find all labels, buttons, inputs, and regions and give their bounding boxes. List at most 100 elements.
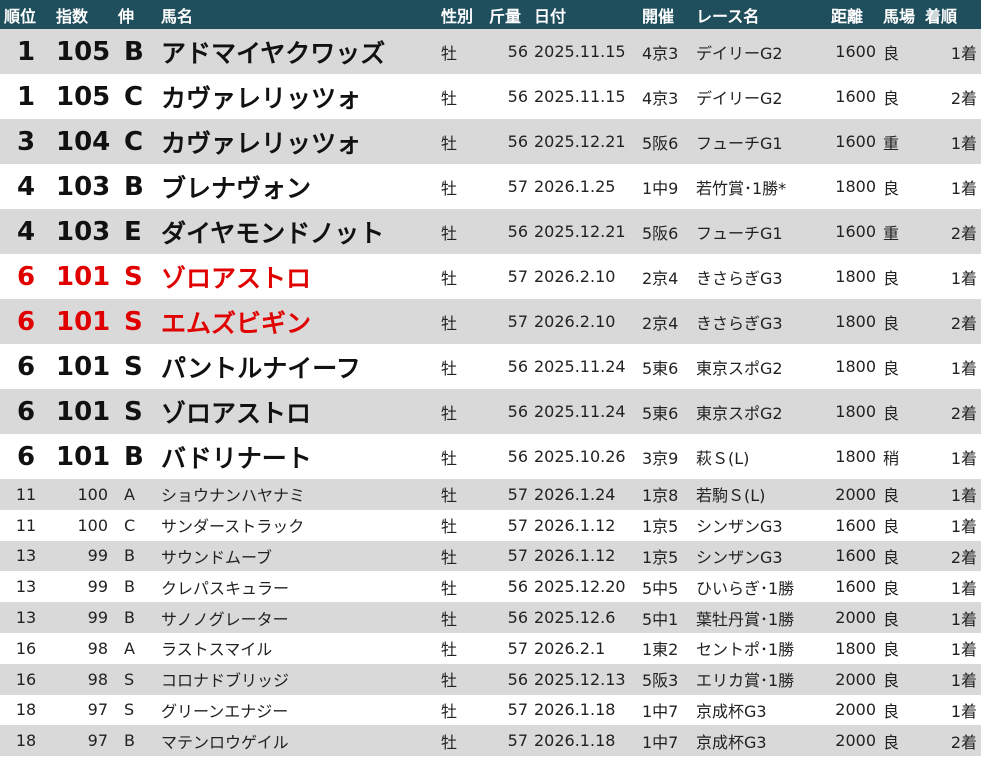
table-row[interactable]: 6 101 S ゾロアストロ牡 56 2025.11.24 5東6 東京スポG2 1800 良 2着 — [0, 389, 981, 434]
cell-date: 2025.11.15 — [530, 29, 638, 74]
col-header-kin[interactable]: 斤量 — [485, 0, 530, 29]
cell-baba: 良 — [879, 29, 921, 74]
cell-name: パントルナイーフ — [157, 344, 437, 389]
cell-sex: 牡 — [437, 299, 485, 344]
cell-kaisai: 1中7 — [638, 725, 692, 757]
table-row[interactable]: 3 104 C カヴァレリッツォ牡 56 2025.12.21 5阪6 フューチG1 1600 重… — [0, 119, 981, 164]
cell-index: 101 — [52, 434, 114, 479]
cell-dist: 2000 — [827, 694, 879, 726]
col-header-kaisai[interactable]: 開催 — [638, 0, 692, 29]
cell-race: セントポ･1勝 — [692, 632, 827, 664]
cell-kaisai: 3京9 — [638, 434, 692, 479]
cell-nobi: S — [114, 389, 157, 434]
cell-date: 2026.2.1 — [530, 632, 638, 664]
cell-race: 若竹賞･1勝* — [692, 164, 827, 209]
cell-kin: 56 — [485, 344, 530, 389]
table-row[interactable]: 6 101 S ゾロアストロ牡 57 2026.2.10 2京4 きさらぎG3 1800 良 1着 — [0, 254, 981, 299]
table-row[interactable]: 11 100 C サンダーストラック牡 57 2026.1.12 1京5 シンザンG3 1600… — [0, 509, 981, 541]
cell-kin: 56 — [485, 571, 530, 603]
cell-name: カヴァレリッツォ — [157, 119, 437, 164]
header-row: 順位 指数 伸 馬名 性別 斤量 日付 開催 レース名 距離 馬場 着順 — [0, 0, 981, 29]
cell-sex: 牡 — [437, 694, 485, 726]
cell-chaku: 1着 — [921, 694, 981, 726]
cell-kaisai: 2京4 — [638, 299, 692, 344]
cell-sex: 牡 — [437, 725, 485, 757]
cell-nobi: S — [114, 694, 157, 726]
col-header-baba[interactable]: 馬場 — [879, 0, 921, 29]
cell-kin: 56 — [485, 74, 530, 119]
cell-kin: 57 — [485, 540, 530, 572]
cell-date: 2025.10.26 — [530, 434, 638, 479]
table-row[interactable]: 13 99 B クレパスキュラー牡 56 2025.12.20 5中5 ひいらぎ･1勝 1600… — [0, 571, 981, 603]
cell-baba: 重 — [879, 209, 921, 254]
col-header-sex[interactable]: 性別 — [437, 0, 485, 29]
cell-nobi: B — [114, 725, 157, 757]
cell-nobi: B — [114, 602, 157, 633]
col-header-date[interactable]: 日付 — [530, 0, 638, 29]
table-row[interactable]: 6 101 S パントルナイーフ牡 56 2025.11.24 5東6 東京スポG2 1800 良… — [0, 344, 981, 389]
cell-race: 萩Ｓ(L) — [692, 434, 827, 479]
cell-dist: 1600 — [827, 540, 879, 572]
table-row[interactable]: 1 105 B アドマイヤクワッズ牡 56 2025.11.15 4京3 デイリーG2 1600… — [0, 29, 981, 74]
cell-baba: 良 — [879, 74, 921, 119]
cell-date: 2025.12.21 — [530, 209, 638, 254]
cell-baba: 良 — [879, 509, 921, 541]
cell-race: きさらぎG3 — [692, 254, 827, 299]
cell-index: 99 — [52, 540, 114, 572]
cell-rank: 1 — [0, 74, 52, 119]
cell-sex: 牡 — [437, 434, 485, 479]
cell-rank: 4 — [0, 164, 52, 209]
cell-index: 101 — [52, 344, 114, 389]
cell-sex: 牡 — [437, 254, 485, 299]
col-header-dist[interactable]: 距離 — [827, 0, 879, 29]
cell-kin: 57 — [485, 694, 530, 726]
cell-nobi: S — [114, 299, 157, 344]
table-row[interactable]: 16 98 S コロナドブリッジ牡 56 2025.12.13 5阪3 エリカ賞･1勝 2000… — [0, 663, 981, 695]
cell-chaku: 2着 — [921, 540, 981, 572]
col-header-index[interactable]: 指数 — [52, 0, 114, 29]
cell-baba: 良 — [879, 571, 921, 603]
cell-race: シンザンG3 — [692, 540, 827, 572]
cell-index: 97 — [52, 725, 114, 757]
cell-kaisai: 4京3 — [638, 74, 692, 119]
cell-nobi: A — [114, 479, 157, 510]
cell-baba: 良 — [879, 540, 921, 572]
cell-kin: 57 — [485, 632, 530, 664]
cell-date: 2026.1.12 — [530, 540, 638, 572]
cell-kin: 57 — [485, 509, 530, 541]
cell-nobi: B — [114, 164, 157, 209]
cell-chaku: 2着 — [921, 725, 981, 757]
cell-race: 東京スポG2 — [692, 389, 827, 434]
cell-sex: 牡 — [437, 389, 485, 434]
table-row[interactable]: 13 99 B サウンドムーブ牡 57 2026.1.12 1京5 シンザンG3 1600 良 2着 — [0, 540, 981, 572]
cell-chaku: 1着 — [921, 29, 981, 74]
cell-kin: 57 — [485, 299, 530, 344]
cell-name: カヴァレリッツォ — [157, 74, 437, 119]
col-header-nobi[interactable]: 伸 — [114, 0, 157, 29]
cell-index: 100 — [52, 509, 114, 541]
table-row[interactable]: 1 105 C カヴァレリッツォ牡 56 2025.11.15 4京3 デイリーG2 1600 良… — [0, 74, 981, 119]
table-row[interactable]: 18 97 B マテンロウゲイル牡 57 2026.1.18 1中7 京成杯G3 2000 良 2着 — [0, 725, 981, 757]
cell-name: バドリナート — [157, 434, 437, 479]
col-header-chaku[interactable]: 着順 — [921, 0, 981, 29]
table-row[interactable]: 16 98 A ラストスマイル牡 57 2026.2.1 1東2 セントポ･1勝 1800 良 1着 — [0, 632, 981, 664]
cell-kin: 56 — [485, 389, 530, 434]
col-header-rank[interactable]: 順位 — [0, 0, 52, 29]
table-row[interactable]: 18 97 S グリーンエナジー牡 57 2026.1.18 1中7 京成杯G3 2000 良 1着 — [0, 694, 981, 726]
cell-rank: 6 — [0, 344, 52, 389]
table-row[interactable]: 6 101 S エムズビギン牡 57 2026.2.10 2京4 きさらぎG3 1800 良 2着 — [0, 299, 981, 344]
cell-race: フューチG1 — [692, 209, 827, 254]
cell-kin: 56 — [485, 434, 530, 479]
cell-kaisai: 5阪6 — [638, 209, 692, 254]
table-row[interactable]: 11 100 A ショウナンハヤナミ牡 57 2026.1.24 1京8 若駒Ｓ(L) 2000… — [0, 479, 981, 510]
cell-rank: 18 — [0, 694, 52, 726]
table-row[interactable]: 4 103 B ブレナヴォン牡 57 2026.1.25 1中9 若竹賞･1勝* 1800 良 1着 — [0, 164, 981, 209]
table-row[interactable]: 4 103 E ダイヤモンドノット牡 56 2025.12.21 5阪6 フューチG1 1600… — [0, 209, 981, 254]
table-row[interactable]: 6 101 B バドリナート牡 56 2025.10.26 3京9 萩Ｓ(L) 1800 稍 1着 — [0, 434, 981, 479]
cell-rank: 11 — [0, 509, 52, 541]
table-row[interactable]: 13 99 B サノノグレーター牡 56 2025.12.6 5中1 葉牡丹賞･1勝 2000 良… — [0, 602, 981, 633]
cell-dist: 1800 — [827, 254, 879, 299]
col-header-name[interactable]: 馬名 — [157, 0, 437, 29]
cell-index: 101 — [52, 389, 114, 434]
col-header-race[interactable]: レース名 — [692, 0, 827, 29]
